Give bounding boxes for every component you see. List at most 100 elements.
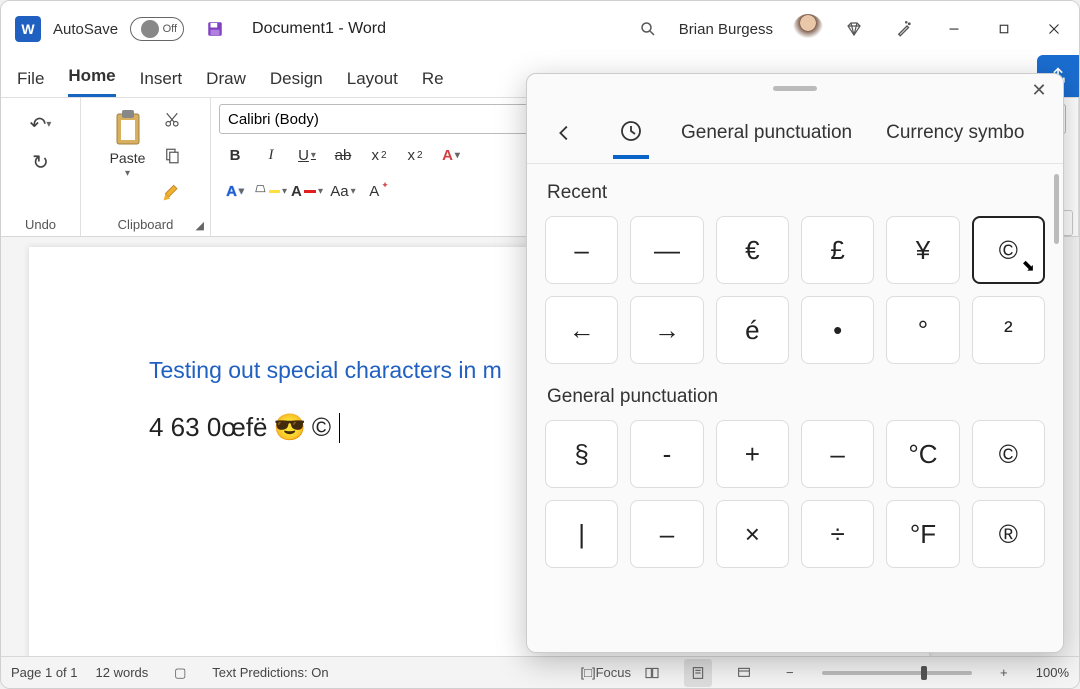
text-cursor <box>339 413 340 443</box>
magic-draw-icon[interactable] <box>885 10 923 48</box>
autosave-state-text: Off <box>163 23 177 35</box>
document-title: Document1 - Word <box>252 20 386 38</box>
tab-file[interactable]: File <box>17 69 44 97</box>
text-outline-button[interactable]: A ▾ <box>219 176 251 206</box>
recent-symbol-cell[interactable]: € <box>716 216 789 284</box>
panel-back-button[interactable] <box>547 107 583 159</box>
format-painter-button[interactable] <box>157 178 187 206</box>
tab-home[interactable]: Home <box>68 66 115 97</box>
change-case-button[interactable]: Aa▾ <box>327 176 359 206</box>
repeat-button[interactable]: ↻ <box>26 148 56 176</box>
focus-mode-button[interactable]: [□] Focus <box>592 659 620 687</box>
general-symbol-cell[interactable]: °F <box>886 500 959 568</box>
minimize-button[interactable] <box>935 10 973 48</box>
emoji-sunglasses: 😎 <box>274 412 306 443</box>
general-symbols-grid: §-+–°C©|–×÷°F® <box>545 420 1045 568</box>
zoom-slider[interactable] <box>822 671 972 675</box>
text-effects-button[interactable]: A▾ <box>435 140 467 170</box>
recent-symbol-cell[interactable]: £ <box>801 216 874 284</box>
tab-layout[interactable]: Layout <box>347 69 398 97</box>
general-symbol-cell[interactable]: × <box>716 500 789 568</box>
status-page[interactable]: Page 1 of 1 <box>11 665 78 680</box>
general-symbol-cell[interactable]: – <box>801 420 874 488</box>
title-bar: W AutoSave Off Document1 - Word Brian Bu… <box>1 1 1079 57</box>
general-symbol-cell[interactable]: § <box>545 420 618 488</box>
zoom-slider-thumb[interactable] <box>921 666 927 680</box>
cut-button[interactable] <box>157 106 187 134</box>
paste-label: Paste <box>110 150 146 166</box>
close-button[interactable] <box>1035 10 1073 48</box>
symbol-panel-tabs: General punctuation Currency symbo <box>527 102 1063 164</box>
general-symbol-cell[interactable]: ® <box>972 500 1045 568</box>
recent-tab-icon[interactable] <box>613 107 649 159</box>
recent-symbol-cell[interactable]: ² <box>972 296 1045 364</box>
general-symbol-cell[interactable]: ÷ <box>801 500 874 568</box>
panel-close-button[interactable]: ✕ <box>1025 76 1053 104</box>
tab-insert[interactable]: Insert <box>140 69 183 97</box>
save-button[interactable] <box>196 10 234 48</box>
recent-symbol-cell[interactable]: ©⬊ <box>972 216 1045 284</box>
undo-button[interactable]: ↶ ▾ <box>26 110 56 138</box>
tab-design[interactable]: Design <box>270 69 323 97</box>
underline-button[interactable]: U ▾ <box>291 140 323 170</box>
recent-symbol-cell[interactable]: ° <box>886 296 959 364</box>
zoom-out-button[interactable]: − <box>776 659 804 687</box>
recent-symbol-cell[interactable]: é <box>716 296 789 364</box>
autosave-toggle[interactable]: Off <box>130 17 184 41</box>
recent-symbol-cell[interactable]: — <box>630 216 703 284</box>
status-text-predictions[interactable]: Text Predictions: On <box>212 665 328 680</box>
search-icon[interactable] <box>629 10 667 48</box>
web-layout-button[interactable] <box>730 659 758 687</box>
change-case-label: Aa <box>330 183 348 200</box>
tab-general-punctuation[interactable]: General punctuation <box>679 116 854 150</box>
copy-button[interactable] <box>157 142 187 170</box>
paste-button[interactable]: Paste ▾ <box>104 104 152 183</box>
recent-symbol-cell[interactable]: ¥ <box>886 216 959 284</box>
cursor-pointer-icon: ⬊ <box>1022 256 1035 276</box>
tab-references[interactable]: Re <box>422 69 444 97</box>
superscript-button[interactable]: x2 <box>399 140 431 170</box>
recent-symbol-cell[interactable]: → <box>630 296 703 364</box>
user-name: Brian Burgess <box>679 21 773 38</box>
focus-label: Focus <box>596 665 631 680</box>
zoom-in-button[interactable]: + <box>990 659 1018 687</box>
font-color-button[interactable]: A▾ <box>291 176 323 206</box>
autosave-label: AutoSave <box>53 21 118 38</box>
highlight-button[interactable]: ▾ <box>255 176 287 206</box>
section-general-title: General punctuation <box>547 386 1045 408</box>
bold-button[interactable]: B <box>219 140 251 170</box>
status-spelling-icon[interactable]: ▢ <box>166 659 194 687</box>
general-symbol-cell[interactable]: - <box>630 420 703 488</box>
recent-symbol-cell[interactable]: ← <box>545 296 618 364</box>
line-prefix-text: 4 63 0œfë <box>149 412 268 443</box>
font-name-value: Calibri (Body) <box>228 111 319 128</box>
general-symbol-cell[interactable]: – <box>630 500 703 568</box>
zoom-percent[interactable]: 100% <box>1036 665 1069 680</box>
read-mode-button[interactable] <box>638 659 666 687</box>
ribbon-group-undo: ↶ ▾ ↻ Undo <box>1 98 81 236</box>
symbol-panel: ✕ General punctuation Currency symbo Rec… <box>526 73 1064 653</box>
status-word-count[interactable]: 12 words <box>96 665 149 680</box>
tab-currency-symbols[interactable]: Currency symbo <box>884 116 1026 150</box>
general-symbol-cell[interactable]: | <box>545 500 618 568</box>
user-avatar[interactable] <box>793 14 823 44</box>
symbol-panel-scrollbar[interactable] <box>1054 174 1059 244</box>
strikethrough-button[interactable]: ab <box>327 140 359 170</box>
subscript-button[interactable]: x2 <box>363 140 395 170</box>
recent-symbol-cell[interactable]: – <box>545 216 618 284</box>
premium-diamond-icon[interactable] <box>835 10 873 48</box>
general-symbol-cell[interactable]: °C <box>886 420 959 488</box>
panel-drag-handle[interactable] <box>773 86 817 91</box>
italic-button[interactable]: I <box>255 140 287 170</box>
tab-draw[interactable]: Draw <box>206 69 246 97</box>
clipboard-dialog-launcher-icon[interactable]: ◢ <box>196 219 204 232</box>
general-symbol-cell[interactable]: © <box>972 420 1045 488</box>
print-layout-button[interactable] <box>684 659 712 687</box>
maximize-button[interactable] <box>985 10 1023 48</box>
general-symbol-cell[interactable]: + <box>716 420 789 488</box>
symbol-panel-header[interactable]: ✕ <box>527 74 1063 102</box>
recent-symbols-grid: –—€£¥©⬊ ←→é•°² <box>545 216 1045 364</box>
recent-symbol-cell[interactable]: • <box>801 296 874 364</box>
clear-formatting-button[interactable]: A✦ <box>363 176 395 206</box>
autosave-toggle-knob <box>141 20 159 38</box>
